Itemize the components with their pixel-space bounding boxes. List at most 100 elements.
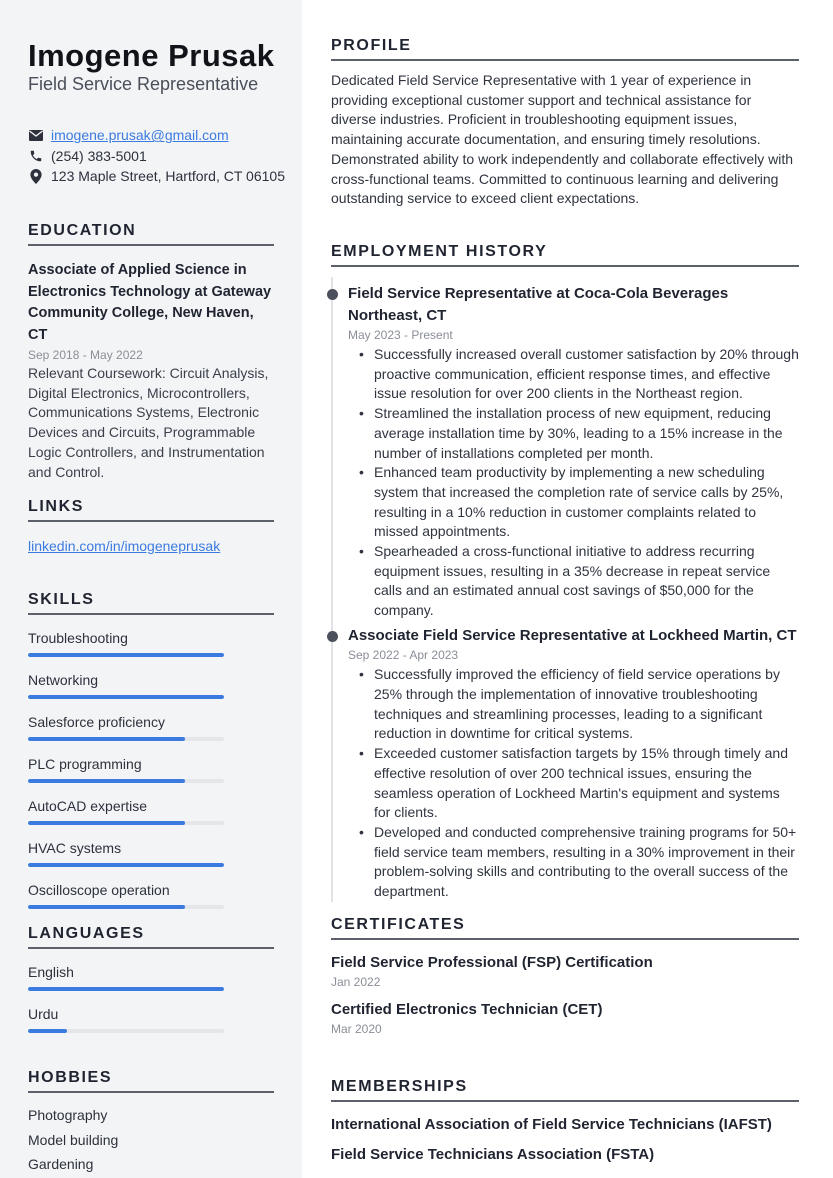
education-dates: Sep 2018 - May 2022: [28, 348, 143, 362]
skill-level-bar: [28, 653, 224, 657]
email-link[interactable]: imogene.prusak@gmail.com: [51, 127, 229, 143]
skill-item: Troubleshooting: [28, 629, 274, 657]
phone-number: (254) 383-5001: [51, 147, 147, 164]
timeline-dot-icon: [327, 289, 338, 300]
memberships-heading: MEMBERSHIPS: [331, 1078, 799, 1102]
links-section: LINKS linkedin.com/in/imogeneprusak: [28, 498, 274, 554]
candidate-name: Imogene Prusak: [28, 38, 275, 73]
profile-heading: PROFILE: [331, 37, 799, 61]
education-degree: Associate of Applied Science in Electron…: [28, 262, 272, 343]
hobbies-list: Photography Model building Gardening: [28, 1103, 274, 1177]
language-level-bar: [28, 987, 224, 991]
hobby-item: Photography: [28, 1107, 108, 1123]
skill-level-bar: [28, 905, 224, 909]
skill-level-fill: [28, 863, 224, 867]
map-pin-icon: [28, 168, 43, 184]
hobby-item: Model building: [28, 1131, 119, 1148]
address: 123 Maple Street, Hartford, CT 06105: [51, 168, 285, 185]
skill-level-fill: [28, 905, 185, 909]
contact-address-row: 123 Maple Street, Hartford, CT 06105: [28, 166, 285, 187]
job-entry: Associate Field Service Representative a…: [327, 621, 799, 902]
skill-level-fill: [28, 653, 224, 657]
languages-heading: LANGUAGES: [28, 925, 274, 949]
language-name: Urdu: [28, 1006, 59, 1022]
skill-name: HVAC systems: [28, 840, 122, 856]
skill-level-bar: [28, 821, 224, 825]
membership-item: International Association of Field Servi…: [331, 1116, 772, 1133]
skills-list: Troubleshooting Networking Salesforce prof…: [28, 629, 274, 909]
certificates-section: CERTIFICATES Field Service Professional …: [331, 916, 799, 1038]
certificate-date: Mar 2020: [331, 1022, 382, 1036]
skill-name: AutoCAD expertise: [28, 798, 148, 814]
job-title: Associate Field Service Representative a…: [348, 626, 797, 644]
languages-list: English Urdu: [28, 963, 274, 1033]
profile-section: PROFILE Dedicated Field Service Represen…: [331, 37, 799, 209]
skill-item: HVAC systems: [28, 839, 274, 867]
education-description: Relevant Coursework: Circuit Analysis, D…: [28, 365, 269, 480]
certificate-name: Certified Electronics Technician (CET): [331, 1001, 603, 1018]
job-bullet: Streamlined the installation process of …: [359, 404, 799, 463]
certificate-date: Jan 2022: [331, 975, 381, 989]
skill-item: PLC programming: [28, 755, 274, 783]
skill-level-bar: [28, 737, 224, 741]
linkedin-link[interactable]: linkedin.com/in/imogeneprusak: [28, 538, 274, 554]
job-bullet: Spearheaded a cross-functional initiativ…: [359, 542, 799, 621]
skill-level-fill: [28, 737, 185, 741]
skill-name: Networking: [28, 672, 99, 688]
job-bullet: Successfully improved the efficiency of …: [359, 665, 799, 744]
profile-summary: Dedicated Field Service Representative w…: [331, 72, 793, 207]
language-item: Urdu: [28, 1005, 274, 1033]
job-bullet: Developed and conducted comprehensive tr…: [359, 823, 799, 902]
membership-item: Field Service Technicians Association (F…: [331, 1146, 655, 1163]
skill-level-fill: [28, 779, 185, 783]
certificate-name: Field Service Professional (FSP) Certifi…: [331, 954, 653, 971]
skill-name: PLC programming: [28, 756, 142, 772]
education-heading: EDUCATION: [28, 222, 274, 246]
employment-heading: EMPLOYMENT HISTORY: [331, 243, 799, 267]
skill-level-bar: [28, 863, 224, 867]
links-heading: LINKS: [28, 498, 274, 522]
contact-phone-row: (254) 383-5001: [28, 146, 285, 167]
timeline-dot-icon: [327, 630, 338, 642]
skill-level-fill: [28, 821, 185, 825]
hobbies-section: HOBBIES Photography Model building Garde…: [28, 1069, 274, 1177]
job-dates: Sep 2022 - Apr 2023: [348, 648, 459, 663]
skill-level-bar: [28, 695, 224, 699]
job-bullet: Successfully increased overall customer …: [359, 345, 799, 404]
language-level-bar: [28, 1029, 224, 1033]
language-level-fill: [28, 1029, 68, 1033]
skill-name: Oscilloscope operation: [28, 882, 170, 898]
hobbies-heading: HOBBIES: [28, 1069, 274, 1093]
contact-email-row: imogene.prusak@gmail.com: [28, 125, 285, 146]
employment-timeline: Field Service Representative at Coca-Col…: [327, 277, 799, 902]
job-title: Field Service Representative at Coca-Col…: [348, 285, 729, 324]
job-entry: Field Service Representative at Coca-Col…: [327, 277, 799, 621]
employment-section: EMPLOYMENT HISTORY Field Service Represe…: [327, 243, 799, 902]
skill-level-fill: [28, 695, 224, 699]
skill-name: Salesforce proficiency: [28, 714, 165, 730]
skills-section: SKILLS Troubleshooting Networking Salesfor…: [28, 591, 274, 909]
certificates-heading: CERTIFICATES: [331, 916, 799, 940]
education-section: EDUCATION Associate of Applied Science i…: [28, 222, 274, 482]
skills-heading: SKILLS: [28, 591, 274, 615]
skill-item: AutoCAD expertise: [28, 797, 274, 825]
job-bullets: Successfully improved the efficiency of …: [348, 665, 799, 901]
envelope-icon: [28, 128, 43, 143]
hobby-item: Gardening: [28, 1156, 94, 1172]
job-dates: May 2023 - Present: [348, 328, 453, 342]
skill-name: Troubleshooting: [28, 630, 128, 646]
memberships-section: MEMBERSHIPS International Association of…: [331, 1078, 799, 1165]
job-bullet: Enhanced team productivity by implementi…: [359, 463, 799, 542]
job-bullet: Exceeded customer satisfaction targets b…: [359, 744, 799, 823]
language-item: English: [28, 963, 274, 991]
skill-item: Salesforce proficiency: [28, 713, 274, 741]
language-level-fill: [28, 987, 224, 991]
skill-level-bar: [28, 779, 224, 783]
language-name: English: [28, 964, 74, 980]
skill-item: Oscilloscope operation: [28, 881, 274, 909]
languages-section: LANGUAGES English Urdu: [28, 925, 274, 1033]
phone-icon: [28, 148, 43, 163]
candidate-title: Field Service Representative: [28, 74, 259, 94]
contact-info: imogene.prusak@gmail.com (254) 383-5001 …: [28, 125, 285, 187]
job-bullets: Successfully increased overall customer …: [348, 345, 799, 621]
